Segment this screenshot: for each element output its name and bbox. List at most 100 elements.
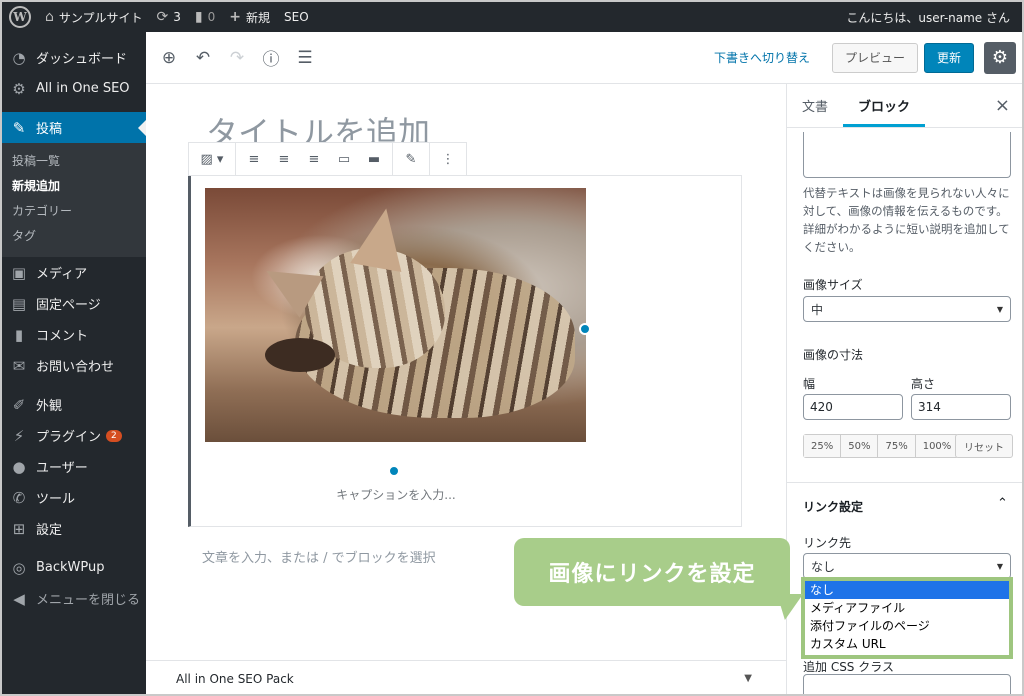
settings-icon: ⊞ [12, 519, 26, 538]
submenu-add-new[interactable]: 新規追加 [2, 174, 146, 199]
new-content-link[interactable]: + 新規 [222, 2, 277, 32]
site-name: サンプルサイト [58, 10, 143, 25]
user-greeting[interactable]: こんにちは、user-name さん [839, 2, 1022, 32]
greeting-text: こんにちは、user-name さん [846, 10, 1010, 25]
image-block[interactable]: キャプションを入力... [188, 175, 742, 527]
sidebar-item-label: ダッシュボード [36, 52, 128, 67]
sidebar-item-tools[interactable]: ✆ ツール [2, 482, 146, 513]
image-size-label: 画像サイズ [803, 278, 863, 292]
chevron-down-icon: ▼ [996, 304, 1003, 314]
align-right-button[interactable]: ≡ [299, 144, 329, 174]
link-settings-title[interactable]: リンク設定 [803, 498, 863, 515]
align-center-button[interactable]: ≡ [269, 144, 299, 174]
align-center-icon: ≡ [278, 151, 290, 167]
default-block-appender[interactable]: 文章を入力、または / でブロックを選択 [202, 547, 436, 566]
size-100-button[interactable]: 100% [915, 435, 959, 457]
seo-link[interactable]: SEO [277, 2, 316, 32]
sidebar-item-plugins[interactable]: ⚡ プラグイン 2 [2, 420, 146, 451]
wordpress-logo-icon: W [9, 6, 31, 28]
link-to-options-list: なし メディアファイル 添付ファイルのページ カスタム URL [801, 577, 1013, 659]
site-name-link[interactable]: ⌂ サンプルサイト [38, 2, 150, 32]
block-toolbar: ▨ ▾ ≡ ≡ ≡ ▭ ▬ ✎ ⋮ [188, 142, 467, 176]
content-info-button[interactable]: ⓘ [254, 41, 288, 75]
preview-button[interactable]: プレビュー [831, 42, 918, 73]
sidebar-item-aioseo[interactable]: ⚙ All in One SEO [2, 73, 146, 104]
close-settings-button[interactable]: × [995, 84, 1022, 127]
link-to-value: なし [811, 559, 836, 574]
edit-image-button[interactable]: ✎ [396, 144, 426, 174]
resize-handle-bottom[interactable] [388, 465, 400, 477]
chevron-up-icon[interactable]: ⌃ [997, 496, 1008, 511]
sidebar-item-appearance[interactable]: ✐ 外観 [2, 389, 146, 420]
sidebar-item-pages[interactable]: ▤ 固定ページ [2, 288, 146, 319]
full-width-icon: ▬ [367, 151, 381, 167]
sidebar-collapse-menu[interactable]: ◀ メニューを閉じる [2, 583, 146, 614]
paintbrush-icon: ✐ [12, 395, 26, 414]
plugins-update-badge: 2 [106, 429, 122, 442]
update-button[interactable]: 更新 [923, 42, 974, 73]
width-value: 420 [810, 400, 833, 414]
settings-toggle-button[interactable]: ⚙ [984, 41, 1016, 74]
updates-count: 3 [173, 10, 181, 24]
comments-link[interactable]: ▮ 0 [188, 2, 222, 32]
sidebar-item-media[interactable]: ▣ メディア [2, 257, 146, 288]
media-icon: ▣ [11, 263, 27, 282]
more-options-button[interactable]: ⋮ [433, 144, 463, 174]
plus-circle-icon: ⊕ [161, 47, 177, 68]
seo-pack-metabox[interactable]: All in One SEO Pack ▼ [146, 660, 786, 694]
comments-count: 0 [207, 10, 216, 24]
width-label: 幅 [803, 377, 816, 391]
undo-button[interactable]: ↶ [186, 41, 220, 75]
sidebar-item-label: 設定 [36, 523, 63, 538]
kitten-image[interactable] [205, 188, 586, 442]
resize-handle-right[interactable] [579, 323, 591, 335]
submenu-categories[interactable]: カテゴリー [2, 199, 146, 224]
full-width-button[interactable]: ▬ [359, 144, 389, 174]
image-size-select[interactable]: 中 ▼ [803, 296, 1011, 322]
size-75-button[interactable]: 75% [878, 435, 916, 457]
sidebar-item-comments[interactable]: ▮ コメント [2, 319, 146, 350]
size-50-button[interactable]: 50% [841, 435, 879, 457]
new-label: 新規 [246, 10, 271, 25]
switch-to-draft-link[interactable]: 下書きへ切り替え [714, 49, 810, 66]
change-block-type-button[interactable]: ▨ ▾ [192, 144, 232, 174]
add-block-button[interactable]: ⊕ [152, 41, 186, 75]
extra-css-input[interactable] [803, 674, 1011, 694]
updates-link[interactable]: ⟳ 3 [150, 2, 188, 32]
collapse-arrow-icon: ◀ [13, 589, 25, 608]
link-option-none[interactable]: なし [805, 581, 1009, 599]
sidebar-item-settings[interactable]: ⊞ 設定 [2, 513, 146, 544]
sidebar-item-contact[interactable]: ✉ お問い合わせ [2, 350, 146, 381]
seo-label: SEO [284, 10, 309, 24]
link-option-attachment-page[interactable]: 添付ファイルのページ [805, 617, 1009, 635]
sidebar-item-users[interactable]: ● ユーザー [2, 451, 146, 482]
chevron-down-icon[interactable]: ▼ [744, 673, 752, 684]
sidebar-item-label: プラグイン [36, 430, 102, 445]
gear-icon: ⚙ [12, 79, 26, 98]
link-option-media-file[interactable]: メディアファイル [805, 599, 1009, 617]
alt-text-textarea[interactable] [803, 132, 1011, 178]
width-input[interactable]: 420 [803, 394, 903, 420]
wordpress-logo-button[interactable]: W [2, 2, 38, 32]
tab-document[interactable]: 文書 [787, 84, 843, 127]
redo-button[interactable]: ↷ [220, 41, 254, 75]
submenu-all-posts[interactable]: 投稿一覧 [2, 149, 146, 174]
link-option-custom-url[interactable]: カスタム URL [805, 635, 1009, 653]
submenu-tags[interactable]: タグ [2, 224, 146, 249]
link-to-select[interactable]: なし ▼ [803, 553, 1011, 579]
close-icon: × [994, 95, 1010, 116]
block-navigation-button[interactable]: ☰ [288, 41, 322, 75]
reset-size-button[interactable]: リセット [955, 434, 1013, 458]
caption-input[interactable]: キャプションを入力... [191, 486, 601, 503]
extra-css-label: 追加 CSS クラス [803, 660, 895, 674]
sidebar-item-dashboard[interactable]: ◔ ダッシュボード [2, 42, 146, 73]
wide-width-button[interactable]: ▭ [329, 144, 359, 174]
sidebar-item-posts[interactable]: ✎ 投稿 [2, 112, 146, 143]
tab-block[interactable]: ブロック [843, 84, 926, 127]
size-25-button[interactable]: 25% [804, 435, 842, 457]
sidebar-item-backwpup[interactable]: ◎ BackWPup [2, 552, 146, 583]
height-input[interactable]: 314 [911, 394, 1011, 420]
align-left-button[interactable]: ≡ [239, 144, 269, 174]
sidebar-item-label: 固定ページ [36, 298, 101, 313]
kitten-paw-shape [265, 338, 335, 372]
